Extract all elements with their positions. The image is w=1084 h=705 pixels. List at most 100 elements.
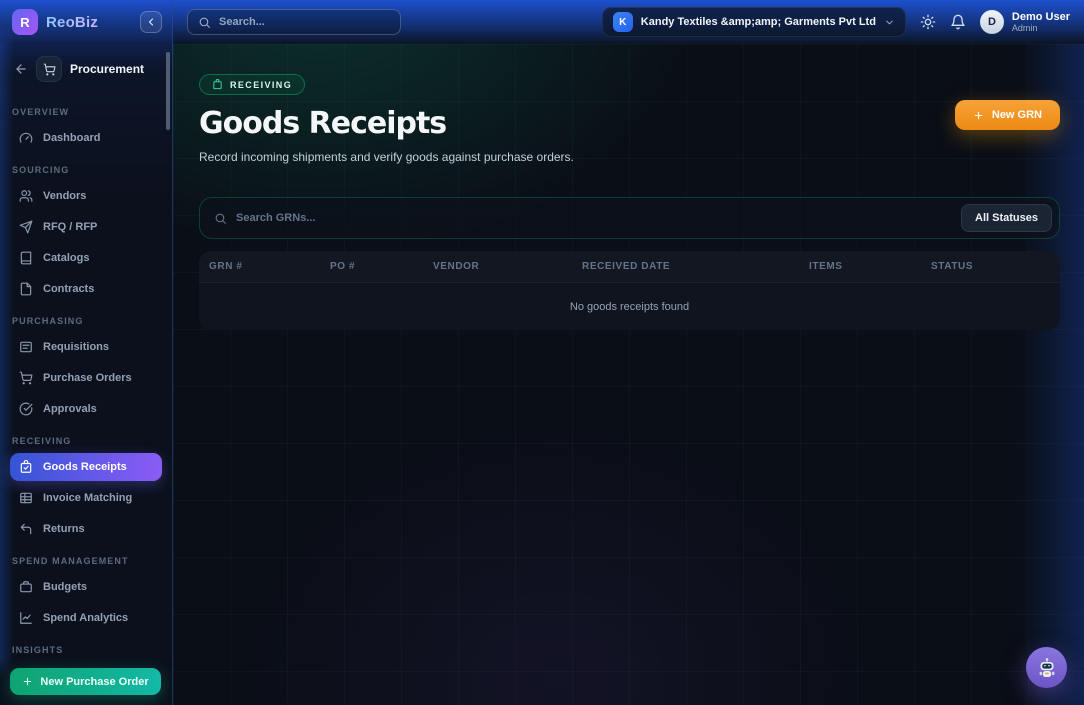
company-name: Kandy Textiles &amp;amp; Garments Pvt Lt… (641, 16, 876, 28)
sidebar-item-label: Approvals (43, 403, 97, 415)
bell-icon (950, 14, 966, 30)
list-icon (19, 340, 33, 354)
filter-card: All Statuses (199, 197, 1060, 239)
sidebar-item-vendors[interactable]: Vendors (10, 182, 162, 210)
theme-toggle-button[interactable] (920, 14, 936, 30)
global-search-input[interactable] (219, 16, 390, 28)
user-name: Demo User (1012, 11, 1070, 24)
package-icon (212, 79, 223, 90)
grn-search[interactable] (214, 212, 961, 225)
column-header-items: ITEMS (809, 261, 931, 272)
sidebar-header: R ReoBiz (0, 0, 172, 44)
sidebar-item-requisitions[interactable]: Requisitions (10, 333, 162, 361)
sidebar-item-label: Requisitions (43, 341, 109, 353)
assistant-chat-button[interactable] (1026, 647, 1067, 688)
column-header-status: STATUS (931, 261, 1060, 272)
receiving-badge: RECEIVING (199, 74, 305, 95)
sidebar-item-rfq-rfp[interactable]: RFQ / RFP (10, 213, 162, 241)
sidebar-item-budgets[interactable]: Budgets (10, 573, 162, 601)
brand-name: ReoBiz (46, 14, 98, 31)
topbar: K Kandy Textiles &amp;amp; Garments Pvt … (173, 0, 1084, 44)
back-arrow-icon[interactable] (14, 62, 28, 76)
search-icon (198, 16, 211, 29)
plus-icon (973, 110, 984, 121)
file-text-icon (19, 282, 33, 296)
grn-table: GRN # PO # VENDOR RECEIVED DATE ITEMS ST… (199, 251, 1060, 330)
page-subtitle: Record incoming shipments and verify goo… (199, 150, 574, 164)
sidebar-item-label: Budgets (43, 581, 87, 593)
module-header: Procurement (0, 44, 172, 92)
brand-logo: R (12, 9, 38, 35)
app-window: R ReoBiz Procurement OVERVIEW Dashboard (0, 0, 1084, 705)
column-header-vendor: VENDOR (433, 261, 582, 272)
section-spend-management: SPEND MANAGEMENT (12, 556, 160, 566)
check-circle-icon (19, 402, 33, 416)
sidebar-item-label: Dashboard (43, 132, 100, 144)
sidebar-item-label: RFQ / RFP (43, 221, 97, 233)
sidebar-item-label: Invoice Matching (43, 492, 132, 504)
cart-icon (19, 371, 33, 385)
sidebar-nav: OVERVIEW Dashboard SOURCING Vendors RFQ … (0, 92, 172, 705)
user-menu[interactable]: D Demo User Admin (980, 10, 1070, 34)
new-grn-label: New GRN (992, 109, 1042, 121)
new-purchase-order-button[interactable]: New Purchase Order (10, 668, 161, 695)
sidebar-scrollbar[interactable] (166, 52, 170, 130)
sidebar-item-dashboard[interactable]: Dashboard (10, 124, 162, 152)
main-area: K Kandy Textiles &amp;amp; Garments Pvt … (173, 0, 1084, 705)
chevron-left-icon (145, 16, 157, 28)
gauge-icon (19, 131, 33, 145)
sidebar-footer: New Purchase Order (0, 658, 171, 705)
package-check-icon (19, 460, 33, 474)
sidebar-item-label: Returns (43, 523, 85, 535)
sidebar-item-contracts[interactable]: Contracts (10, 275, 162, 303)
cart-icon (36, 56, 62, 82)
chevron-down-icon (884, 17, 895, 28)
column-header-grn: GRN # (209, 261, 330, 272)
undo-arrow-icon (19, 522, 33, 536)
search-icon (214, 212, 227, 225)
user-role: Admin (1012, 23, 1070, 33)
sidebar-item-label: Purchase Orders (43, 372, 132, 384)
topbar-right: K Kandy Textiles &amp;amp; Garments Pvt … (602, 7, 1070, 37)
sidebar-item-invoice-matching[interactable]: Invoice Matching (10, 484, 162, 512)
sidebar-item-approvals[interactable]: Approvals (10, 395, 162, 423)
book-icon (19, 251, 33, 265)
notifications-button[interactable] (950, 14, 966, 30)
sun-icon (920, 14, 936, 30)
page-content: RECEIVING Goods Receipts Record incoming… (173, 44, 1084, 705)
section-receiving: RECEIVING (12, 436, 160, 446)
column-header-po: PO # (330, 261, 433, 272)
new-purchase-order-label: New Purchase Order (40, 676, 148, 688)
column-header-received-date: RECEIVED DATE (582, 261, 809, 272)
line-chart-icon (19, 611, 33, 625)
section-purchasing: PURCHASING (12, 316, 160, 326)
new-grn-button[interactable]: New GRN (955, 100, 1060, 130)
sidebar-item-purchase-orders[interactable]: Purchase Orders (10, 364, 162, 392)
users-icon (19, 189, 33, 203)
sidebar-item-goods-receipts[interactable]: Goods Receipts (10, 453, 162, 481)
page-title: Goods Receipts (199, 106, 574, 141)
section-overview: OVERVIEW (12, 107, 160, 117)
sidebar-item-label: Contracts (43, 283, 94, 295)
company-selector[interactable]: K Kandy Textiles &amp;amp; Garments Pvt … (602, 7, 906, 37)
table-icon (19, 491, 33, 505)
status-filter-select[interactable]: All Statuses (961, 204, 1052, 232)
sidebar-collapse-button[interactable] (140, 11, 162, 33)
page-header: RECEIVING Goods Receipts Record incoming… (199, 74, 1060, 164)
send-icon (19, 220, 33, 234)
sidebar: R ReoBiz Procurement OVERVIEW Dashboard (0, 0, 173, 705)
empty-state-message: No goods receipts found (199, 283, 1060, 330)
receiving-badge-label: RECEIVING (230, 80, 292, 90)
module-label: Procurement (70, 62, 144, 76)
sidebar-item-spend-analytics[interactable]: Spend Analytics (10, 604, 162, 632)
sidebar-item-label: Goods Receipts (43, 461, 127, 473)
page-header-text: RECEIVING Goods Receipts Record incoming… (199, 74, 574, 164)
status-filter-value: All Statuses (975, 212, 1038, 224)
sidebar-item-label: Catalogs (43, 252, 89, 264)
global-search[interactable] (187, 9, 401, 35)
section-insights: INSIGHTS (12, 645, 160, 655)
sidebar-item-returns[interactable]: Returns (10, 515, 162, 543)
grn-search-input[interactable] (236, 212, 684, 224)
sidebar-item-label: Vendors (43, 190, 86, 202)
sidebar-item-catalogs[interactable]: Catalogs (10, 244, 162, 272)
